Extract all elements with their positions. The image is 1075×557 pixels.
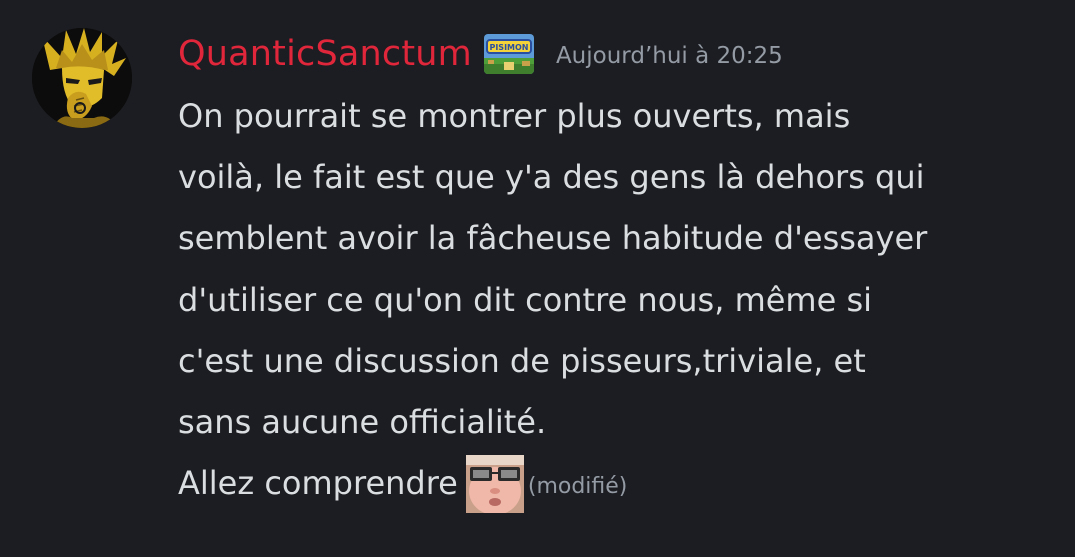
message-content: On pourrait se montrer plus ouverts, mai… xyxy=(178,86,1058,514)
message-line: voilà, le fait est que y'a des gens là d… xyxy=(178,158,925,197)
face-with-glasses-emoji-icon[interactable] xyxy=(465,454,524,513)
message-timestamp[interactable]: Aujourd’hui à 20:25 xyxy=(556,43,783,69)
username[interactable]: QuanticSanctum xyxy=(178,34,472,74)
pixel-game-badge-icon[interactable]: PISIMON xyxy=(483,34,534,74)
message-line: On pourrait se montrer plus ouverts, mai… xyxy=(178,97,851,135)
message-line: semblent avoir la fâcheuse habitude d'es… xyxy=(178,219,928,258)
message-line: c'est une discussion de pisseurs,trivial… xyxy=(178,341,866,380)
user-avatar[interactable] xyxy=(32,28,132,128)
message-line: d'utiliser ce qu'on dit contre nous, mêm… xyxy=(178,280,873,319)
message-last-line: Allez comprendre (modifié) xyxy=(178,453,1058,514)
chat-message: QuanticSanctum PISIMON Aujourd’hui à 20:… xyxy=(0,0,1075,557)
message-header: QuanticSanctum PISIMON Aujourd’hui à 20:… xyxy=(178,26,783,82)
badge-logo-text: PISIMON xyxy=(489,43,528,52)
edited-label: (modifié) xyxy=(527,474,628,500)
message-line: sans aucune officialité. xyxy=(178,402,547,441)
message-line: Allez comprendre xyxy=(178,464,458,503)
anime-character-avatar-icon xyxy=(32,28,132,128)
